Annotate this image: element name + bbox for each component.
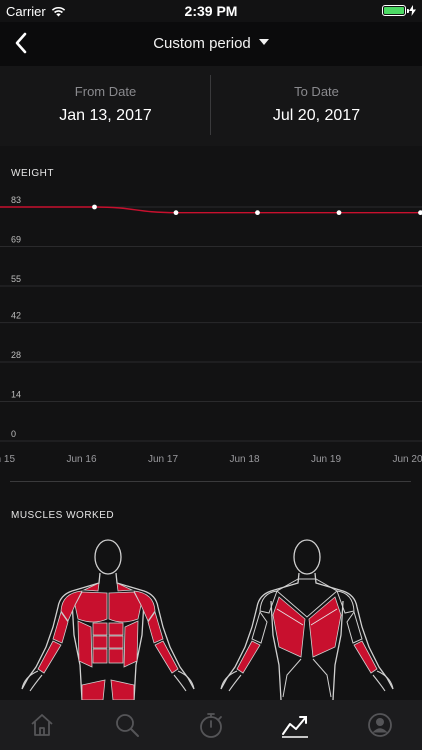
period-selector[interactable]: Custom period <box>0 35 422 52</box>
to-date[interactable]: To Date Jul 20, 2017 <box>211 66 422 146</box>
nav-bar: Custom period <box>0 22 422 66</box>
to-date-label: To Date <box>294 84 339 99</box>
y-tick-label: 83 <box>11 195 21 205</box>
weight-data-point <box>173 210 179 216</box>
body-back <box>220 539 394 700</box>
weight-data-point <box>255 210 260 216</box>
battery-level <box>384 7 404 14</box>
x-tick-label: Jun 15 <box>0 454 15 465</box>
muscles-section-title: MUSCLES WORKED <box>11 510 115 521</box>
status-right <box>382 5 416 16</box>
from-date[interactable]: From Date Jan 13, 2017 <box>0 66 211 146</box>
caret-down-icon <box>258 39 269 46</box>
status-time: 2:39 PM <box>184 3 238 19</box>
y-tick-label: 55 <box>11 274 21 284</box>
tab-profile[interactable] <box>338 700 422 750</box>
section-divider <box>10 481 411 482</box>
x-tick-label: Jun 20 <box>392 454 422 465</box>
x-tick-label: Jun 16 <box>66 454 96 465</box>
home-icon <box>31 714 53 736</box>
tab-search[interactable] <box>84 700 168 750</box>
muscles-worked-figure <box>0 535 422 700</box>
period-title: Custom period <box>153 35 251 52</box>
weight-data-point <box>418 210 422 216</box>
x-tick-label: Jun 17 <box>148 454 178 465</box>
x-tick-label: Jun 18 <box>229 454 259 465</box>
tab-timer[interactable] <box>169 700 253 750</box>
weight-series-line <box>0 206 422 214</box>
y-tick-label: 42 <box>11 311 21 321</box>
stopwatch-icon <box>200 713 222 738</box>
profile-icon <box>367 713 392 737</box>
weight-section-title: WEIGHT <box>11 168 54 179</box>
body-front <box>21 539 195 700</box>
tab-bar <box>0 700 422 750</box>
tab-progress[interactable] <box>253 700 337 750</box>
tab-home[interactable] <box>0 700 84 750</box>
progress-chart-icon <box>282 716 309 738</box>
status-bar: Carrier 2:39 PM <box>0 0 422 22</box>
from-date-label: From Date <box>74 84 137 99</box>
search-icon <box>115 714 139 737</box>
weight-chart: 0 14 28 42 55 69 83 Jun 15 Jun 16 Jun 17 Jun 18 Jun… <box>0 195 422 465</box>
to-date-value: Jul 20, 2017 <box>272 107 361 124</box>
y-tick-label: 14 <box>11 390 21 400</box>
date-range: From Date Jan 13, 2017 To Date Jul 20, 2… <box>0 66 422 146</box>
weight-data-point <box>92 204 97 210</box>
from-date-value: Jan 13, 2017 <box>59 107 152 124</box>
y-tick-label: 0 <box>11 429 16 439</box>
charging-icon <box>409 5 416 16</box>
y-tick-label: 28 <box>11 350 21 360</box>
y-tick-label: 69 <box>11 234 21 244</box>
battery-icon <box>382 5 409 16</box>
x-tick-label: Jun 19 <box>311 454 341 465</box>
weight-data-point <box>336 210 342 216</box>
